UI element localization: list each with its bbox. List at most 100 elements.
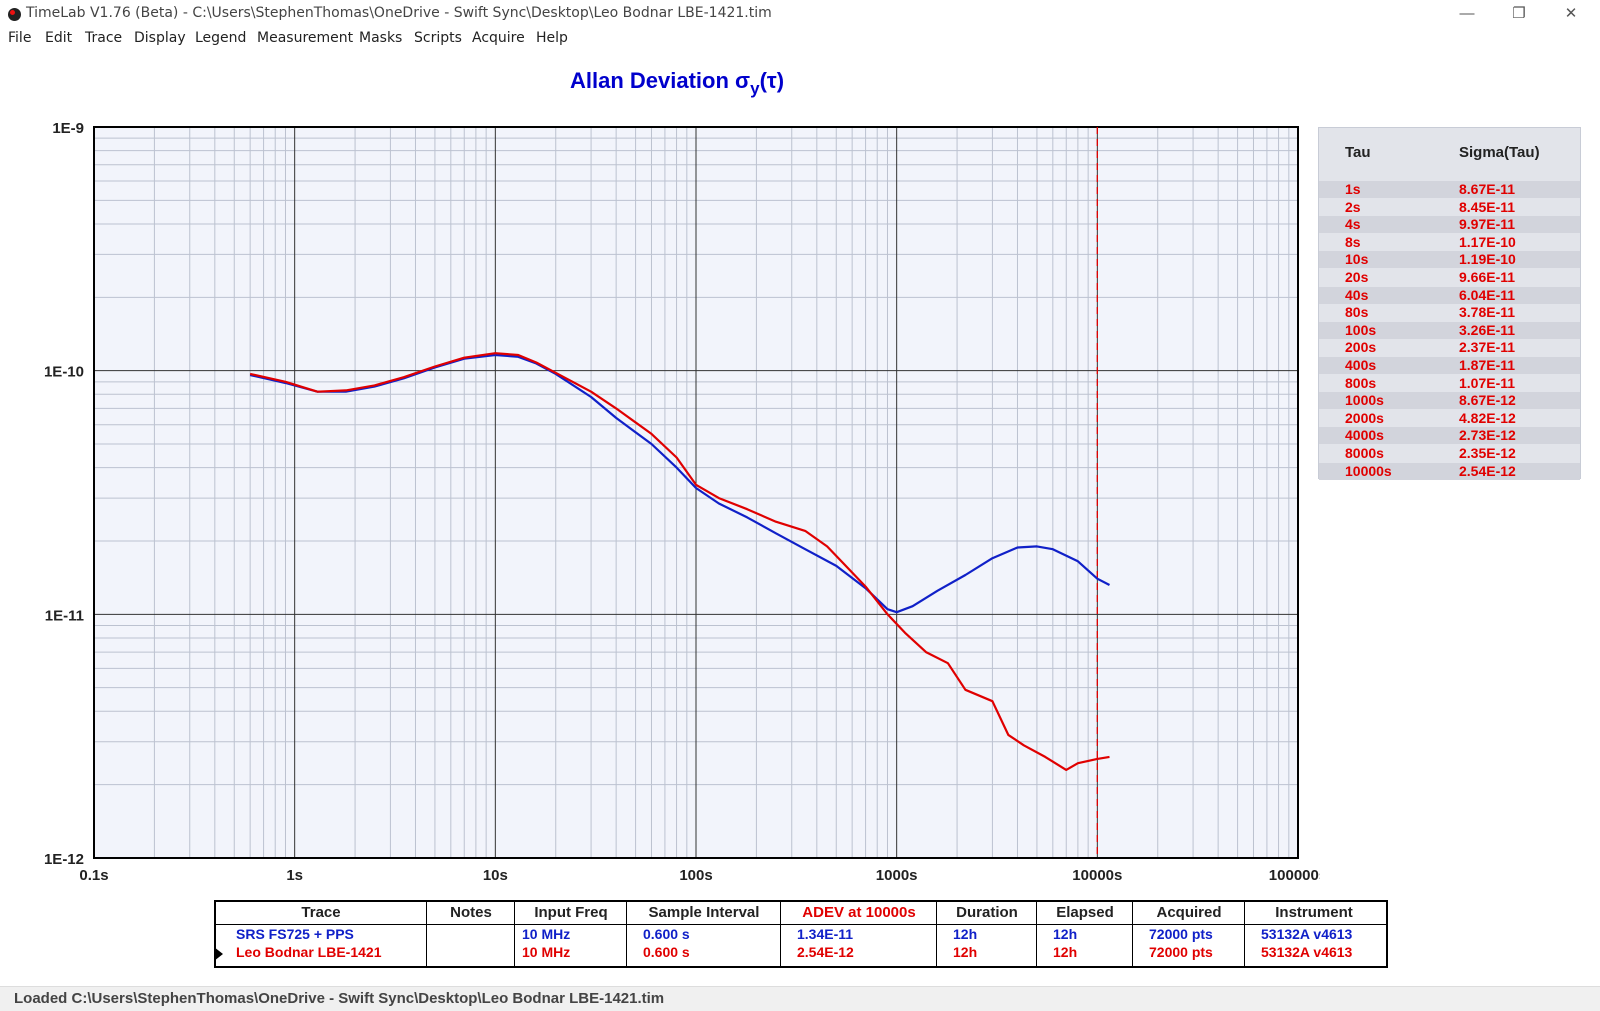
tau-value: 40s: [1345, 286, 1369, 303]
legend-col-duration: Duration 12h 12h: [936, 902, 1037, 966]
legend-instrument-1: 53132A v4613: [1261, 926, 1353, 942]
legend-trace-1[interactable]: SRS FS725 + PPS: [236, 926, 354, 942]
sigma-value: 9.66E-11: [1459, 269, 1516, 285]
legend-header-input-freq: Input Freq: [534, 904, 608, 921]
x-tick-label: 100000s: [1269, 867, 1320, 884]
sigma-value: 2.37E-11: [1459, 339, 1516, 356]
x-tick-label: 10000s: [1072, 867, 1122, 884]
tau-table-row: 200s 2.37E-11: [1319, 339, 1580, 356]
tau-table-row: 8s 1.17E-10: [1319, 234, 1580, 251]
tau-value: 200s: [1345, 339, 1377, 356]
tau-table-row: 40s 6.04E-11: [1319, 286, 1580, 304]
tau-table-row: 400s 1.87E-11: [1319, 357, 1580, 374]
legend-acquired-1: 72000 pts: [1149, 926, 1213, 942]
sigma-value: 1.07E-11: [1459, 374, 1516, 391]
sigma-value: 2.54E-12: [1459, 462, 1516, 479]
sigma-value: 3.26E-11: [1459, 321, 1516, 338]
legend-col-input-freq: Input Freq 10 MHz 10 MHz: [514, 902, 627, 966]
legend-adev-2: 2.54E-12: [797, 944, 854, 960]
status-bar: Loaded C:\Users\StephenThomas\OneDrive -…: [0, 986, 1600, 1011]
legend-input-freq-1: 10 MHz: [522, 926, 571, 942]
legend-header-acquired: Acquired: [1156, 904, 1222, 921]
sigma-value: 1.87E-11: [1459, 357, 1516, 373]
legend-header-notes: Notes: [450, 904, 492, 921]
status-text: Loaded C:\Users\StephenThomas\OneDrive -…: [14, 990, 665, 1007]
legend-elapsed-1: 12h: [1053, 926, 1078, 942]
y-tick-label: 1E-12: [44, 851, 84, 868]
tau-table-row: 10s 1.19E-10: [1319, 251, 1580, 269]
tau-value: 4s: [1345, 216, 1361, 233]
tau-table-row: 800s 1.07E-11: [1319, 375, 1580, 392]
sigma-value: 1.19E-10: [1459, 251, 1516, 268]
tau-value: 10000s: [1345, 462, 1392, 479]
sigma-value: 8.67E-11: [1459, 181, 1516, 197]
legend-col-notes: Notes: [426, 902, 515, 966]
legend-col-sample-interval: Sample Interval 0.600 s 0.600 s: [626, 902, 781, 966]
legend-header-duration: Duration: [956, 904, 1018, 921]
y-tick-label: 1E-11: [45, 607, 84, 624]
tau-value: 400s: [1345, 357, 1377, 373]
tau-table-row: 10000s 2.54E-12: [1319, 462, 1580, 480]
legend-elapsed-2: 12h: [1053, 944, 1078, 960]
tau-table-row: 2000s 4.82E-12: [1319, 410, 1580, 427]
sigma-value: 4.82E-12: [1459, 409, 1516, 426]
legend-duration-1: 12h: [953, 926, 978, 942]
tau-table-row: 8000s 2.35E-12: [1319, 445, 1580, 462]
y-tick-label: 1E-10: [44, 364, 84, 381]
x-tick-label: 0.1s: [79, 867, 108, 884]
sigma-value: 1.17E-10: [1459, 233, 1516, 250]
sigma-column-header: Sigma(Tau): [1459, 144, 1540, 161]
tau-table-row: 1000s 8.67E-12: [1319, 392, 1580, 410]
legend-col-elapsed: Elapsed 12h 12h: [1036, 902, 1133, 966]
sigma-value: 8.45E-11: [1459, 198, 1516, 215]
x-tick-label: 10s: [483, 867, 508, 884]
sigma-value: 2.35E-12: [1459, 445, 1516, 461]
legend-sample-interval-1: 0.600 s: [643, 926, 690, 942]
minimize-button[interactable]: —: [1444, 0, 1490, 27]
legend-header-instrument: Instrument: [1275, 904, 1353, 921]
sigma-value: 3.78E-11: [1459, 304, 1516, 321]
legend-instrument-2: 53132A v4613: [1261, 944, 1353, 960]
tau-table-row: 20s 9.66E-11: [1319, 269, 1580, 286]
tau-table-row: 4000s 2.73E-12: [1319, 427, 1580, 445]
legend-col-acquired: Acquired 72000 pts 72000 pts: [1132, 902, 1245, 966]
sigma-value: 6.04E-11: [1459, 286, 1516, 303]
adev-plot[interactable]: 0.1s 1s 10s 100s 1000s 10000s 100000s 1E-9 1E-10…: [0, 0, 1320, 890]
legend-col-trace: Trace SRS FS725 + PPS Leo Bodnar LBE-142…: [216, 902, 426, 966]
close-button[interactable]: ✕: [1548, 0, 1594, 27]
legend-sample-interval-2: 0.600 s: [643, 944, 690, 960]
x-tick-label: 100s: [679, 867, 712, 884]
tau-table-row: 2s 8.45E-11: [1319, 199, 1580, 216]
legend-col-adev: ADEV at 10000s 1.34E-11 2.54E-12: [780, 902, 937, 966]
tau-table-row: 80s 3.78E-11: [1319, 304, 1580, 321]
tau-value: 1s: [1345, 181, 1361, 197]
sigma-value: 2.73E-12: [1459, 427, 1516, 444]
tau-value: 8s: [1345, 233, 1361, 250]
tau-value: 8000s: [1345, 445, 1384, 461]
legend-header-adev: ADEV at 10000s: [802, 904, 916, 921]
tau-value: 80s: [1345, 304, 1369, 321]
tau-value: 1000s: [1345, 392, 1384, 409]
tau-value: 2000s: [1345, 409, 1384, 426]
tau-table-row: 100s 3.26E-11: [1319, 321, 1580, 339]
legend-header-trace: Trace: [301, 904, 341, 921]
tau-value: 2s: [1345, 198, 1361, 215]
tau-column-header: Tau: [1345, 144, 1371, 161]
tau-sigma-table: Tau Sigma(Tau) 1s 8.67E-11 2s 8.45E-11 4s 9.9…: [1318, 127, 1581, 480]
tau-value: 10s: [1345, 251, 1369, 268]
legend-col-instrument: Instrument 53132A v4613 53132A v4613: [1244, 902, 1383, 966]
tau-table-row: 4s 9.97E-11: [1319, 216, 1580, 234]
legend-input-freq-2: 10 MHz: [522, 944, 571, 960]
tau-value: 4000s: [1345, 427, 1384, 444]
x-tick-label: 1s: [286, 867, 303, 884]
legend-header-elapsed: Elapsed: [1056, 904, 1114, 921]
tau-table-row: 1s 8.67E-11: [1319, 181, 1580, 198]
sigma-value: 8.67E-12: [1459, 392, 1516, 409]
maximize-button[interactable]: ❐: [1496, 0, 1542, 27]
tau-value: 100s: [1345, 321, 1377, 338]
trace-legend-table: Trace SRS FS725 + PPS Leo Bodnar LBE-142…: [214, 900, 1388, 968]
tau-value: 20s: [1345, 269, 1369, 285]
legend-trace-2[interactable]: Leo Bodnar LBE-1421: [236, 944, 381, 960]
legend-acquired-2: 72000 pts: [1149, 944, 1213, 960]
y-tick-label: 1E-9: [52, 120, 84, 137]
